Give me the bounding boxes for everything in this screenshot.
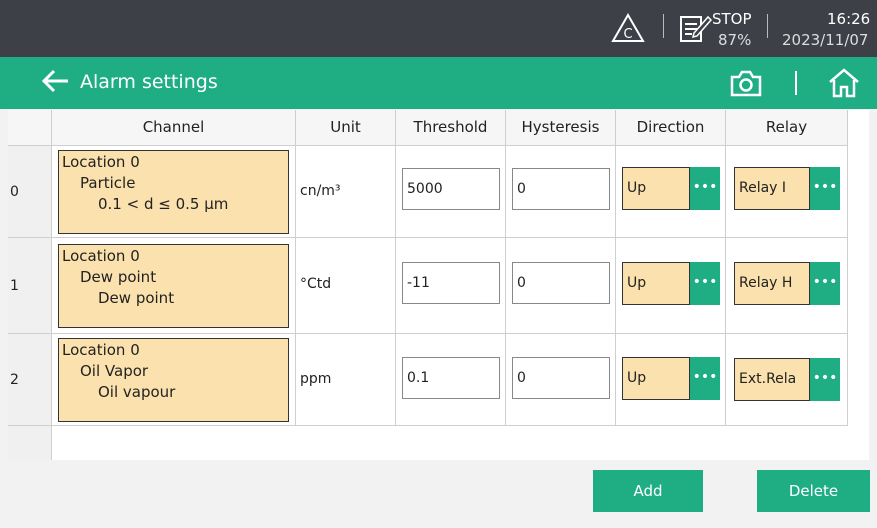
- clock-time: 16:26: [827, 10, 871, 28]
- direction-more-button[interactable]: •••: [690, 357, 720, 400]
- column-header-channel[interactable]: Channel: [52, 110, 296, 146]
- hysteresis-input[interactable]: 0: [512, 357, 610, 399]
- channel-detail: Oil vapour: [98, 383, 176, 401]
- hysteresis-input[interactable]: 0: [512, 168, 610, 210]
- channel-location: Location 0: [62, 341, 140, 359]
- direction-select[interactable]: Up: [622, 262, 690, 305]
- hysteresis-input[interactable]: 0: [512, 262, 610, 304]
- alarm-table: Channel Unit Threshold Hysteresis Direct…: [8, 110, 869, 460]
- channel-detail: Dew point: [98, 289, 175, 307]
- channel-group: Particle: [80, 174, 136, 192]
- camera-icon[interactable]: [728, 67, 764, 99]
- title-bar: Alarm settings: [0, 57, 877, 109]
- relay-more-button[interactable]: •••: [810, 358, 840, 401]
- direction-more-button[interactable]: •••: [690, 167, 720, 210]
- status-bar: C STOP 87% 16:26 2023/11/07: [0, 0, 877, 57]
- add-button[interactable]: Add: [593, 470, 703, 512]
- column-header-threshold[interactable]: Threshold: [396, 110, 506, 146]
- svg-text:C: C: [623, 27, 632, 42]
- threshold-input[interactable]: 5000: [402, 168, 500, 210]
- direction-select[interactable]: Up: [622, 357, 690, 400]
- row-number: 2: [8, 334, 52, 426]
- channel-location: Location 0: [62, 153, 140, 171]
- back-button[interactable]: [40, 65, 72, 105]
- run-mode-label: STOP: [712, 10, 752, 28]
- empty-row-header: [8, 426, 52, 460]
- threshold-input[interactable]: -11: [402, 262, 500, 304]
- relay-select[interactable]: Relay H: [734, 262, 810, 305]
- channel-detail: 0.1 < d ≤ 0.5 µm: [98, 195, 229, 213]
- column-header-direction[interactable]: Direction: [616, 110, 726, 146]
- row-number: 0: [8, 146, 52, 238]
- battery-percent: 87%: [718, 31, 752, 49]
- direction-select[interactable]: Up: [622, 167, 690, 210]
- channel-selector[interactable]: Location 0 Dew point Dew point: [58, 244, 289, 328]
- direction-more-button[interactable]: •••: [690, 262, 720, 305]
- unit-value: ppm: [300, 371, 332, 387]
- channel-group: Oil Vapor: [80, 362, 149, 380]
- status-separator: [767, 14, 768, 38]
- status-separator: [663, 14, 664, 38]
- column-header-hysteresis[interactable]: Hysteresis: [506, 110, 616, 146]
- unit-value: °Ctd: [300, 276, 332, 292]
- relay-select[interactable]: Ext.Rela: [734, 358, 810, 401]
- arrow-left-icon: [41, 69, 68, 93]
- unit-value: cn/m³: [300, 183, 341, 199]
- alert-triangle-icon[interactable]: C: [611, 13, 645, 43]
- column-header-relay[interactable]: Relay: [726, 110, 848, 146]
- relay-more-button[interactable]: •••: [810, 167, 840, 210]
- relay-more-button[interactable]: •••: [810, 262, 840, 305]
- relay-select[interactable]: Relay I: [734, 167, 810, 210]
- channel-selector[interactable]: Location 0 Oil Vapor Oil vapour: [58, 338, 289, 422]
- channel-group: Dew point: [80, 268, 157, 286]
- edit-document-icon[interactable]: [678, 13, 714, 43]
- delete-button[interactable]: Delete: [757, 470, 870, 512]
- channel-selector[interactable]: Location 0 Particle 0.1 < d ≤ 0.5 µm: [58, 150, 289, 234]
- title-separator: [795, 71, 797, 95]
- row-number: 1: [8, 238, 52, 334]
- column-header-unit[interactable]: Unit: [296, 110, 396, 146]
- corner-header: [8, 110, 52, 146]
- channel-location: Location 0: [62, 247, 140, 265]
- clock-date: 2023/11/07: [782, 31, 869, 49]
- threshold-input[interactable]: 0.1: [402, 357, 500, 399]
- home-icon[interactable]: [826, 66, 862, 100]
- page-title: Alarm settings: [80, 71, 218, 93]
